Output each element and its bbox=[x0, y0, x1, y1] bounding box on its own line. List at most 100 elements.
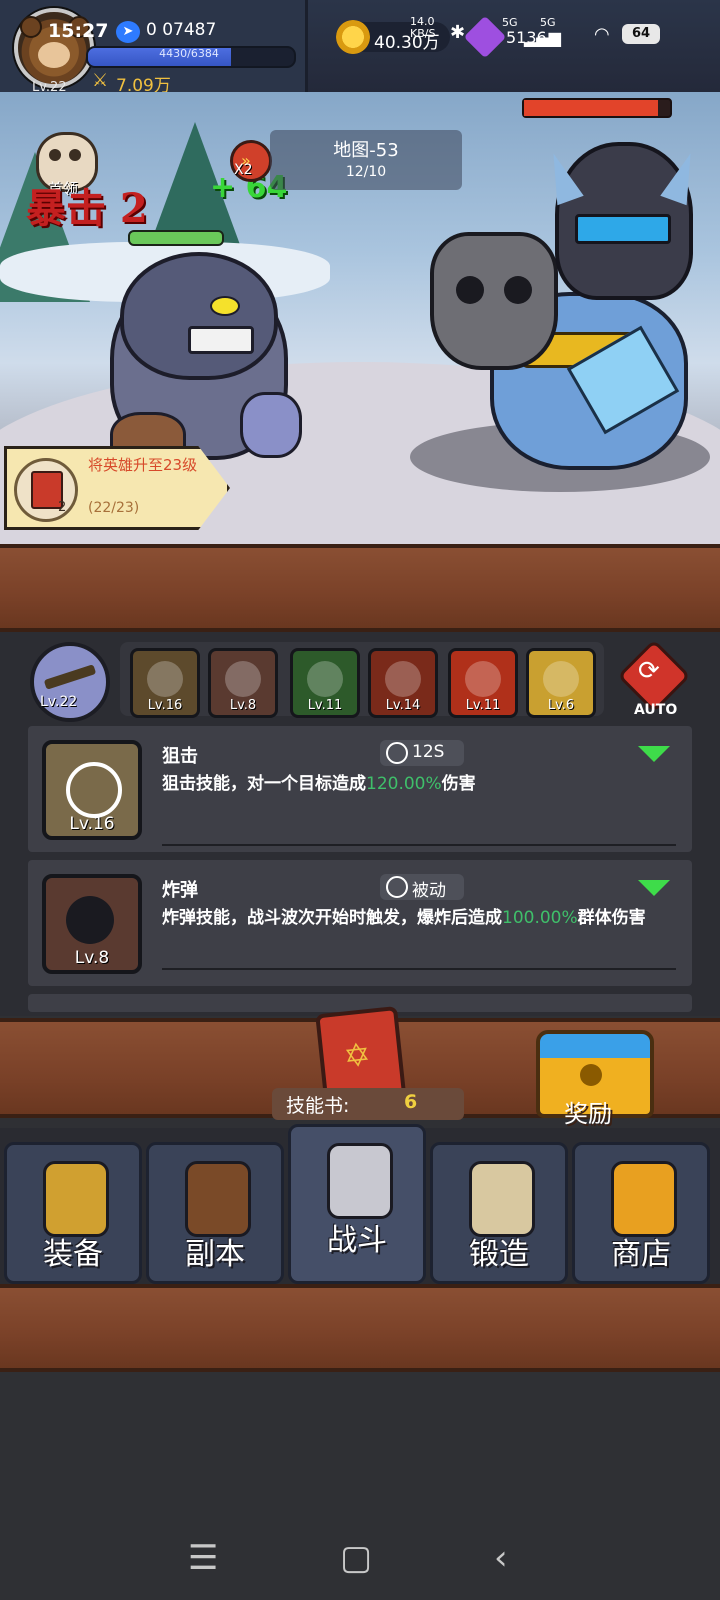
player-id: 0 07487 bbox=[146, 20, 217, 40]
boss-eye bbox=[49, 149, 61, 161]
expand-arrow-icon[interactable] bbox=[638, 746, 670, 762]
status-time: 15:27 bbox=[48, 20, 109, 42]
werewolf-head bbox=[120, 252, 278, 380]
network-speed-unit: KB/S bbox=[410, 27, 436, 40]
hero-eye bbox=[210, 296, 240, 316]
enemy-hp-fill bbox=[524, 100, 659, 116]
skill-slot[interactable]: Lv.11 bbox=[448, 648, 518, 718]
helmet-icon bbox=[43, 1161, 109, 1237]
cooldown-text: 被动 bbox=[412, 881, 446, 901]
bomb-skill-icon bbox=[225, 661, 261, 697]
skill-card-name: 炸弹 bbox=[162, 880, 198, 901]
signal-bars-icon: ▂▄▆ bbox=[524, 28, 561, 47]
star-emblem-icon: ✡ bbox=[341, 1035, 373, 1076]
rifle-icon bbox=[43, 664, 97, 690]
map-title: 地图-53 bbox=[333, 140, 399, 161]
desc-text: 伤害 bbox=[441, 774, 476, 794]
skill-card[interactable]: Lv.8 炸弹 被动 炸弹技能，战斗波次开始时触发，爆炸后造成100.00%群体… bbox=[28, 860, 692, 986]
desc-text: 狙击技能，对一个目标造成 bbox=[162, 774, 366, 794]
nav-shop[interactable]: 商店 bbox=[572, 1142, 710, 1284]
nav-crossed-swords[interactable]: 战斗 bbox=[288, 1124, 426, 1284]
knight-visor bbox=[575, 214, 671, 244]
cooldown-text: 12S bbox=[412, 742, 445, 762]
skull-mask-enemy bbox=[430, 232, 558, 370]
nav-label: 商店 bbox=[611, 1237, 671, 1272]
skill-card-name: 狙击 bbox=[162, 746, 198, 767]
clock-icon bbox=[386, 742, 408, 764]
desc-highlight: 100.00% bbox=[502, 908, 578, 928]
card-divider bbox=[162, 844, 676, 846]
desc-text: 炸弹技能，战斗波次开始时触发，爆炸后造成 bbox=[162, 908, 502, 928]
skill-card-level: Lv.8 bbox=[74, 948, 110, 968]
nav-label: 副本 bbox=[185, 1237, 245, 1272]
hero-weapon-button[interactable] bbox=[30, 642, 110, 722]
quest-book-count: 2 bbox=[58, 500, 67, 515]
card-divider bbox=[162, 968, 676, 970]
nav-label: 装备 bbox=[43, 1237, 103, 1272]
quest-progress: (22/23) bbox=[88, 500, 140, 516]
skill-slot[interactable]: Lv.14 bbox=[368, 648, 438, 718]
skill-card-level: Lv.16 bbox=[69, 814, 115, 834]
nav-helmet[interactable]: 装备 bbox=[4, 1142, 142, 1284]
battery-indicator: 64 bbox=[622, 24, 660, 44]
sword-shield-icon bbox=[185, 1161, 251, 1237]
crossed-swords-icon bbox=[327, 1143, 393, 1219]
poison-skill-icon bbox=[307, 661, 343, 697]
nav-label: 战斗 bbox=[327, 1223, 387, 1258]
reward-label[interactable]: 奖励 bbox=[564, 1094, 612, 1129]
hammer-scroll-icon bbox=[469, 1161, 535, 1237]
sniper-skill-icon bbox=[147, 661, 183, 697]
skill-slot[interactable]: Lv.6 bbox=[526, 648, 596, 718]
chest-lock bbox=[580, 1064, 602, 1086]
bear-ear-icon bbox=[20, 16, 42, 38]
crossed-swords-icon: ⚔ bbox=[92, 70, 109, 91]
wood-divider bbox=[0, 1284, 720, 1372]
skill-book-label: 技能书: bbox=[286, 1095, 350, 1117]
home-icon[interactable]: ▢ bbox=[340, 1538, 372, 1578]
skull-eye bbox=[504, 276, 532, 304]
wood-divider bbox=[0, 544, 720, 632]
boss-eye bbox=[69, 149, 81, 161]
back-icon[interactable]: ‹ bbox=[494, 1538, 508, 1578]
skill-slot[interactable]: Lv.11 bbox=[290, 648, 360, 718]
crosshair bbox=[66, 762, 122, 818]
signal-5g-1: 5G bbox=[502, 16, 518, 29]
nav-sword-shield[interactable]: 副本 bbox=[146, 1142, 284, 1284]
cooldown-pill: 被动 bbox=[380, 874, 464, 901]
clock-icon bbox=[386, 876, 408, 898]
skill-slot-level: Lv.11 bbox=[307, 698, 343, 713]
nav-hammer-scroll[interactable]: 锻造 bbox=[430, 1142, 568, 1284]
hero-fangs bbox=[188, 326, 254, 354]
hero-fist bbox=[240, 392, 302, 458]
auto-label: AUTO bbox=[634, 702, 678, 718]
refresh-icon: ⟳ bbox=[638, 656, 660, 686]
speed-label: X2 bbox=[234, 162, 253, 178]
location-icon: ➤ bbox=[116, 21, 140, 43]
gold-coin-icon bbox=[336, 20, 370, 54]
fire-skill-icon bbox=[385, 661, 421, 697]
skill-slot[interactable]: Lv.8 bbox=[208, 648, 278, 718]
enemy-hp-bar bbox=[522, 98, 672, 118]
lightning-skill-icon bbox=[543, 661, 579, 697]
sniper-skill-icon: Lv.16 bbox=[42, 740, 142, 840]
quest-book-badge bbox=[14, 458, 78, 522]
menu-icon[interactable]: ☰ bbox=[188, 1538, 218, 1578]
expand-arrow-icon[interactable] bbox=[638, 880, 670, 896]
skill-slot-level: Lv.14 bbox=[385, 698, 421, 713]
bomb-skill-icon: Lv.8 bbox=[42, 874, 142, 974]
skill-card-desc: 炸弹技能，战斗波次开始时触发，爆炸后造成100.00%群体伤害 bbox=[162, 906, 682, 930]
wifi-icon: ◠ bbox=[594, 24, 610, 45]
skill-slot[interactable]: Lv.16 bbox=[130, 648, 200, 718]
hero-weapon-level: Lv.22 bbox=[40, 694, 78, 710]
bomb-shape bbox=[66, 896, 114, 944]
skill-card[interactable]: Lv.16 狙击 12S 狙击技能，对一个目标造成120.00%伤害 bbox=[28, 726, 692, 852]
skill-slot-level: Lv.16 bbox=[147, 698, 183, 713]
skill-slot-level: Lv.6 bbox=[547, 698, 575, 713]
crit-text: 暴击 2 bbox=[26, 185, 148, 232]
network-speed: 14.0 KB/S bbox=[410, 16, 435, 40]
nav-label: 锻造 bbox=[469, 1237, 529, 1272]
desc-text: 群体伤害 bbox=[577, 908, 646, 928]
quest-title: 将英雄升至23级 bbox=[88, 456, 198, 474]
sun-skill-icon bbox=[465, 661, 501, 697]
shop-icon bbox=[611, 1161, 677, 1237]
